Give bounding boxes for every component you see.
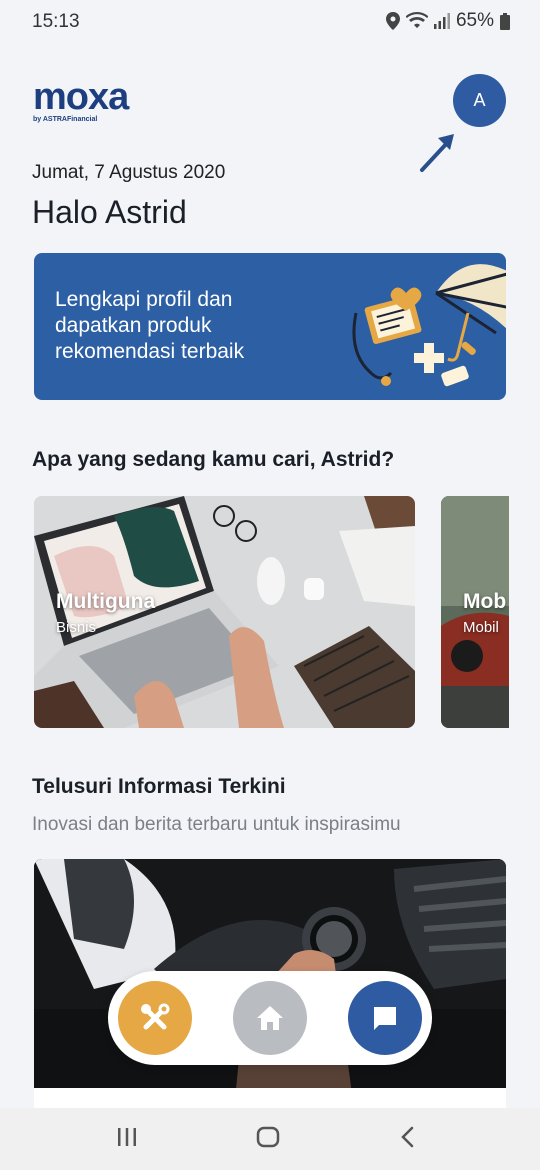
greeting-title: Halo Astrid <box>32 194 187 230</box>
pointer-arrow-icon <box>420 134 454 172</box>
battery-percent: 65% <box>455 10 494 31</box>
profile-avatar-button[interactable]: A <box>453 74 506 127</box>
recents-icon[interactable] <box>116 1126 138 1148</box>
avatar-initial: A <box>473 90 486 110</box>
battery-icon <box>500 12 510 30</box>
logo-subtitle: by ASTRAFinancial <box>33 116 98 123</box>
moxa-logo: moxa by ASTRAFinancial <box>33 76 168 125</box>
news-section-title: Telusuri Informasi Terkini <box>32 775 286 798</box>
card-title: Mob <box>463 590 507 613</box>
banner-text: Lengkapi profil dan dapatkan produk reko… <box>55 288 245 363</box>
search-section-title: Apa yang sedang kamu cari, Astrid? <box>32 448 395 471</box>
insurance-illustration <box>352 264 506 387</box>
tools-icon <box>141 1003 170 1030</box>
product-card-multiguna[interactable]: Multiguna Bisnis <box>34 496 415 728</box>
chat-icon <box>374 1007 396 1030</box>
signal-icon <box>433 13 450 29</box>
card-subtitle: Bisnis <box>56 619 97 636</box>
status-bar: 15:13 65% <box>0 0 540 44</box>
tools-button[interactable] <box>118 981 192 1055</box>
floating-action-bar <box>108 971 432 1065</box>
current-date: Jumat, 7 Agustus 2020 <box>32 162 226 183</box>
card-subtitle: Mobil <box>463 619 499 636</box>
home-nav-icon[interactable] <box>256 1126 280 1148</box>
home-icon <box>257 1006 283 1030</box>
location-icon <box>385 12 400 30</box>
news-section-subtitle: Inovasi dan berita terbaru untuk inspira… <box>32 814 401 835</box>
chat-button[interactable] <box>348 981 422 1055</box>
news-card-footer <box>34 1088 506 1110</box>
back-icon[interactable] <box>398 1126 418 1148</box>
status-time: 15:13 <box>32 11 80 32</box>
card-title: Multiguna <box>56 590 156 613</box>
complete-profile-banner[interactable]: Lengkapi profil dan dapatkan produk reko… <box>34 253 506 400</box>
home-button[interactable] <box>233 981 307 1055</box>
wifi-icon <box>405 12 428 30</box>
logo-wordmark: moxa <box>33 76 129 118</box>
product-card-mobil[interactable]: Mob Mobil <box>441 496 509 728</box>
system-navigation-bar <box>0 1108 540 1170</box>
status-icons: 65% <box>385 10 510 32</box>
